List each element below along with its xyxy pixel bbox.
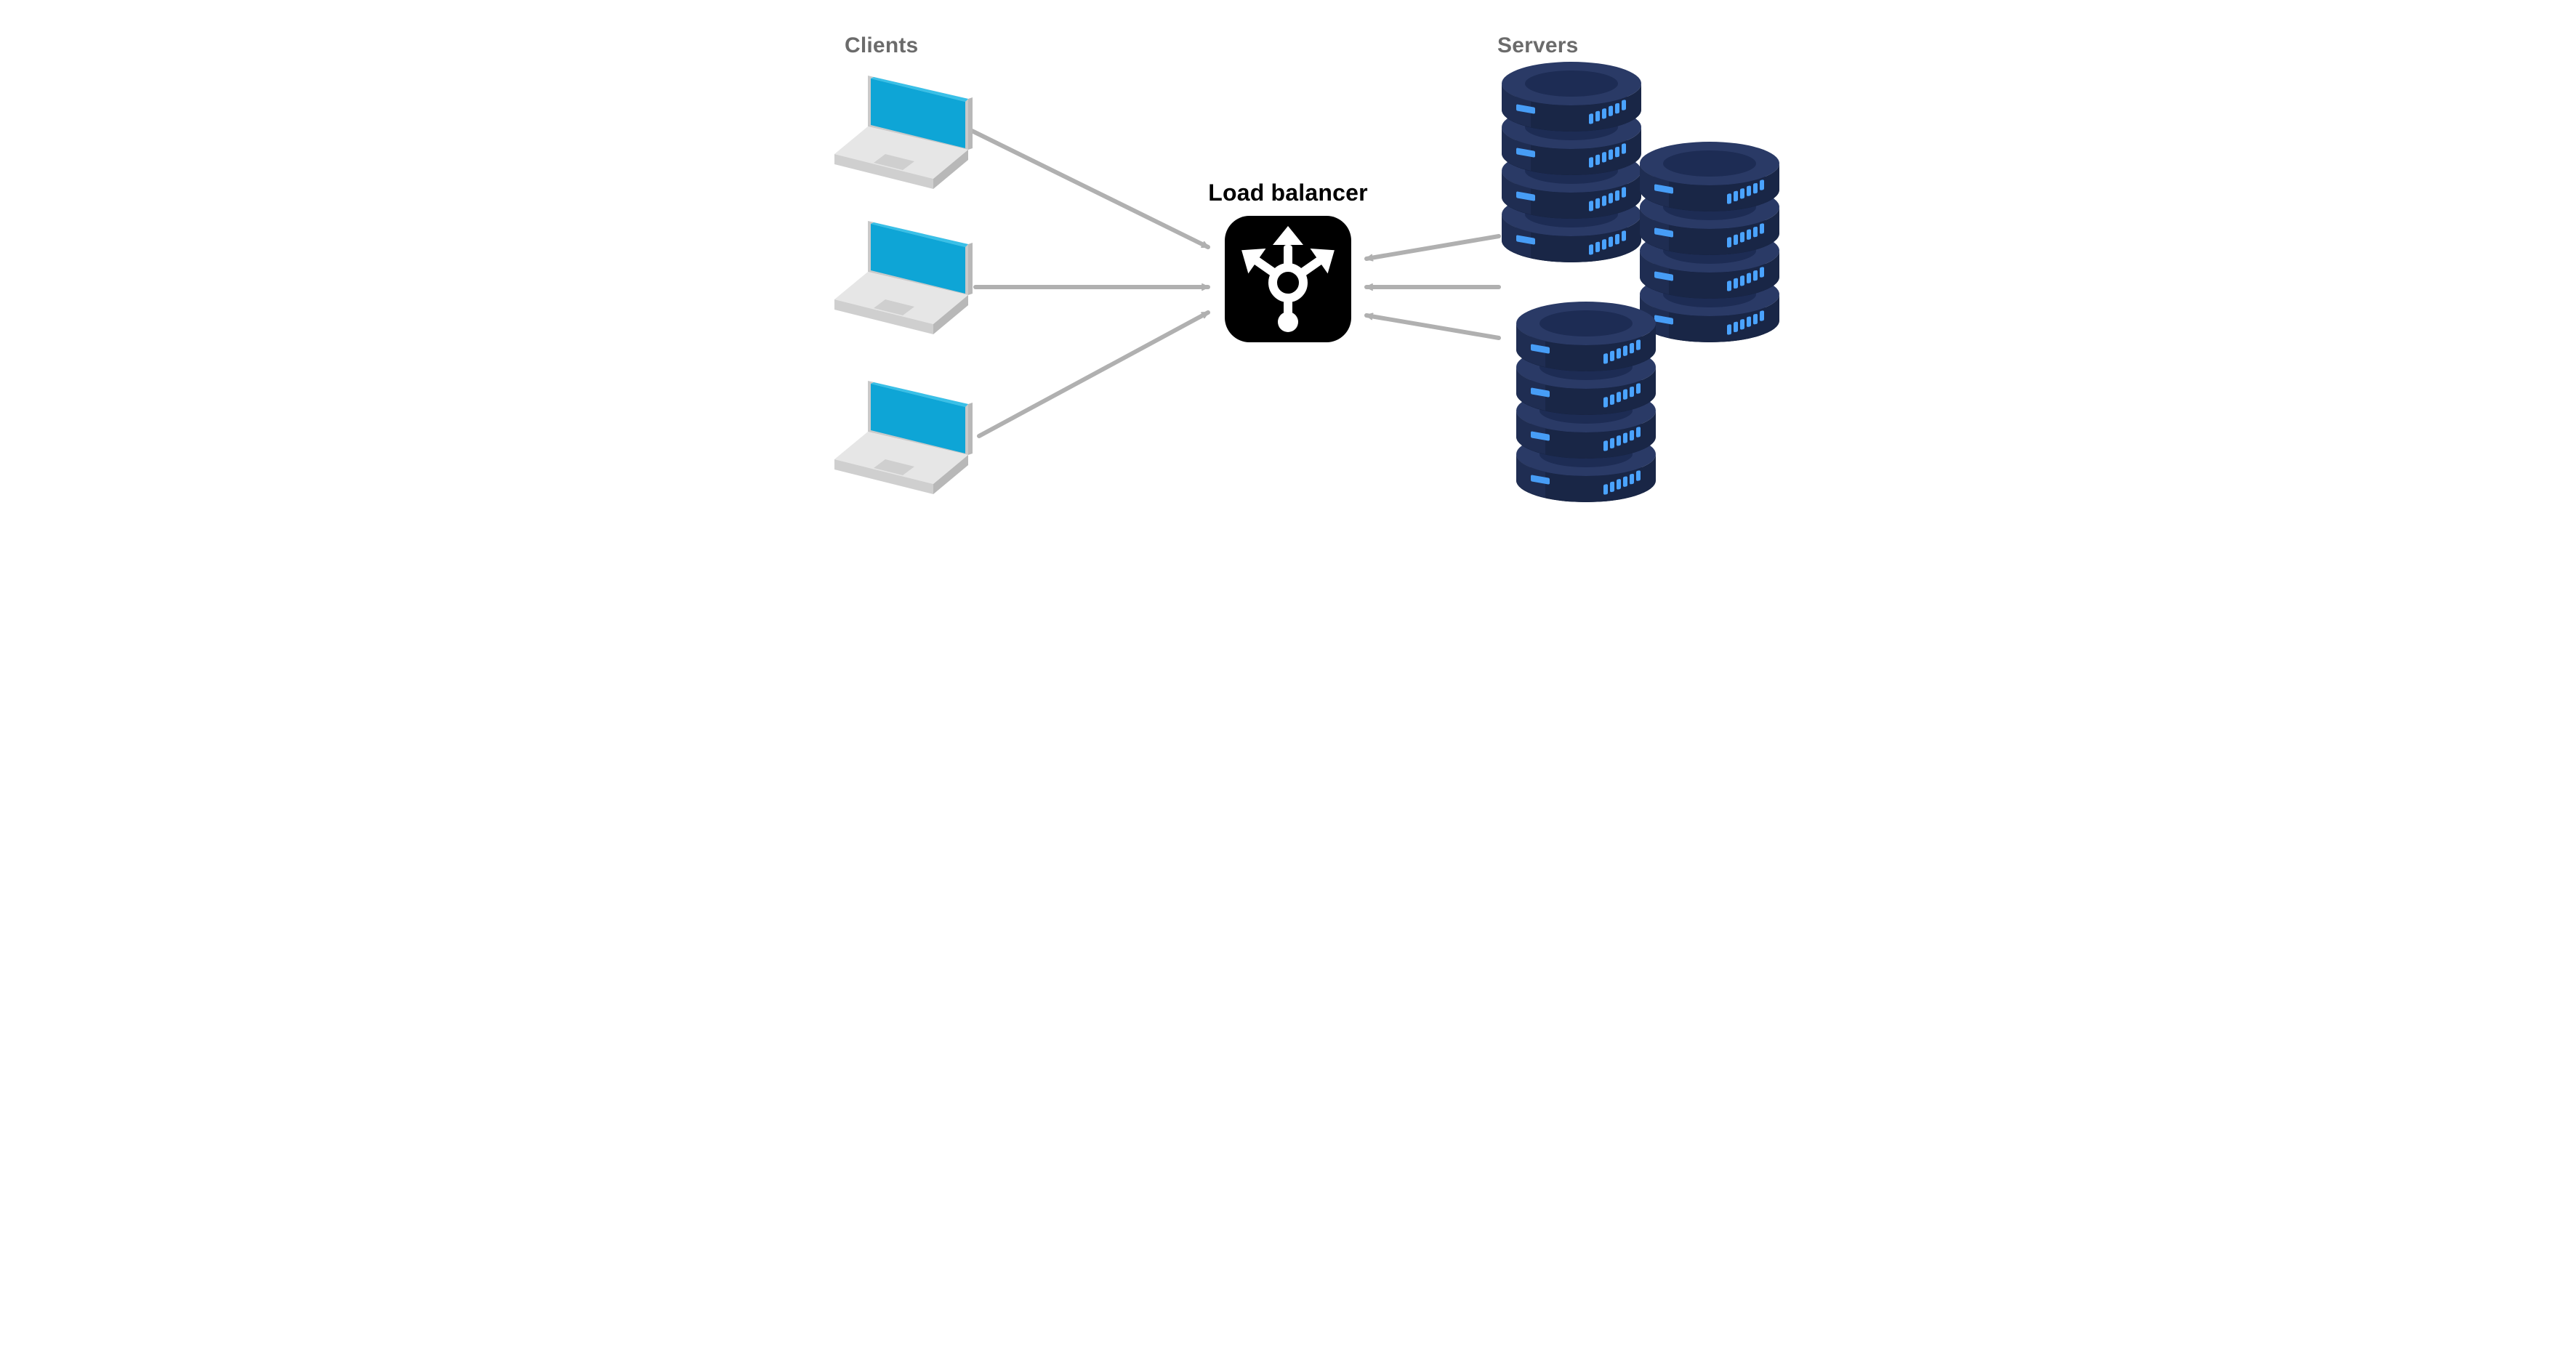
clients-label: Clients [845, 33, 918, 58]
servers-label: Servers [1497, 33, 1579, 58]
arrow-client-3 [979, 312, 1208, 436]
server-stack-2-icon [1640, 142, 1779, 342]
server-stack-1-icon [1502, 62, 1641, 262]
server-stack-3-icon [1516, 302, 1656, 502]
arrow-server-1 [1367, 236, 1499, 259]
client-3-laptop-icon [830, 378, 986, 501]
diagram-stage: Clients Servers Load balancer [743, 0, 1833, 572]
server-cluster-icon [1484, 62, 1797, 541]
client-1-laptop-icon [830, 73, 986, 196]
arrow-server-3 [1367, 315, 1499, 338]
load-balancer-icon [1225, 216, 1351, 342]
client-2-laptop-icon [830, 218, 986, 342]
